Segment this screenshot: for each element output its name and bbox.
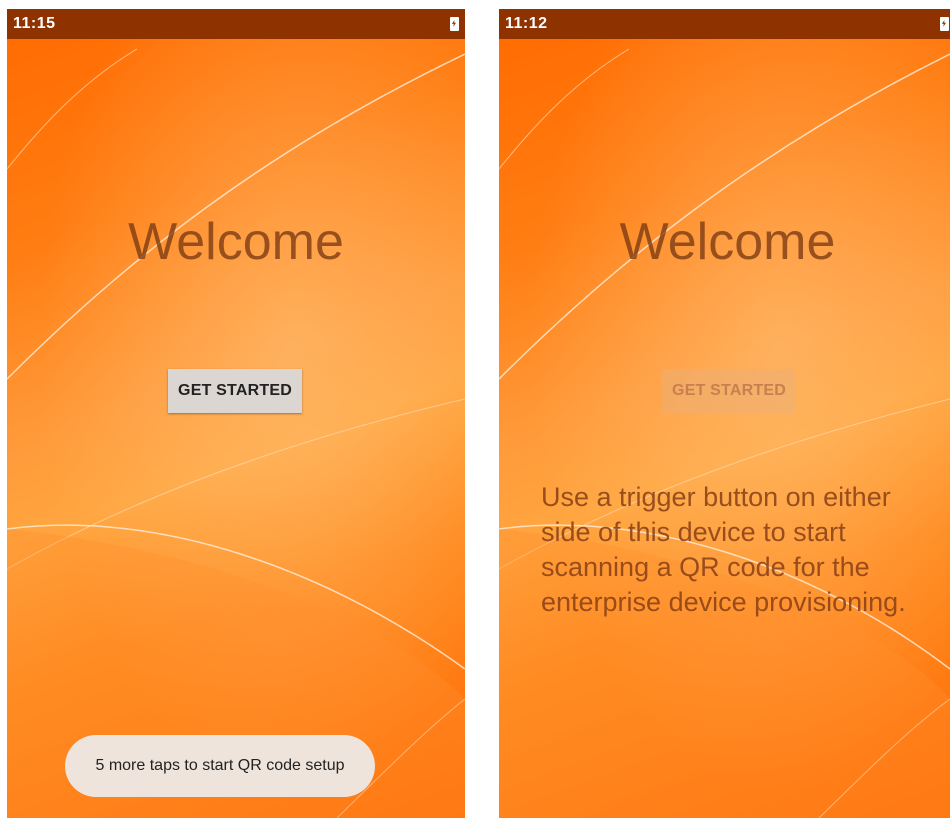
status-time: 11:12	[505, 15, 548, 32]
wallpaper-waves	[499, 9, 950, 818]
battery-charging-icon	[940, 17, 949, 31]
status-bar: 11:15	[7, 9, 465, 39]
right-phone-screen: 11:12 Welcome GET STARTED Use a trigger …	[499, 9, 950, 818]
qr-trigger-hint: Use a trigger button on either side of t…	[541, 482, 906, 617]
status-time: 11:15	[13, 15, 56, 32]
left-phone-screen: 11:15 Welcome GET STARTED 5 more taps to…	[7, 9, 465, 818]
comparison-canvas: 11:15 Welcome GET STARTED 5 more taps to…	[0, 0, 950, 818]
get-started-button[interactable]: GET STARTED	[168, 369, 302, 413]
status-bar: 11:12	[499, 9, 950, 39]
get-started-button-disabled[interactable]: GET STARTED	[662, 369, 796, 413]
battery-charging-icon	[450, 17, 459, 31]
toast-message: 5 more taps to start QR code setup	[65, 735, 375, 797]
welcome-title: Welcome	[128, 213, 344, 271]
wallpaper-waves	[7, 9, 465, 818]
welcome-title: Welcome	[619, 213, 836, 271]
